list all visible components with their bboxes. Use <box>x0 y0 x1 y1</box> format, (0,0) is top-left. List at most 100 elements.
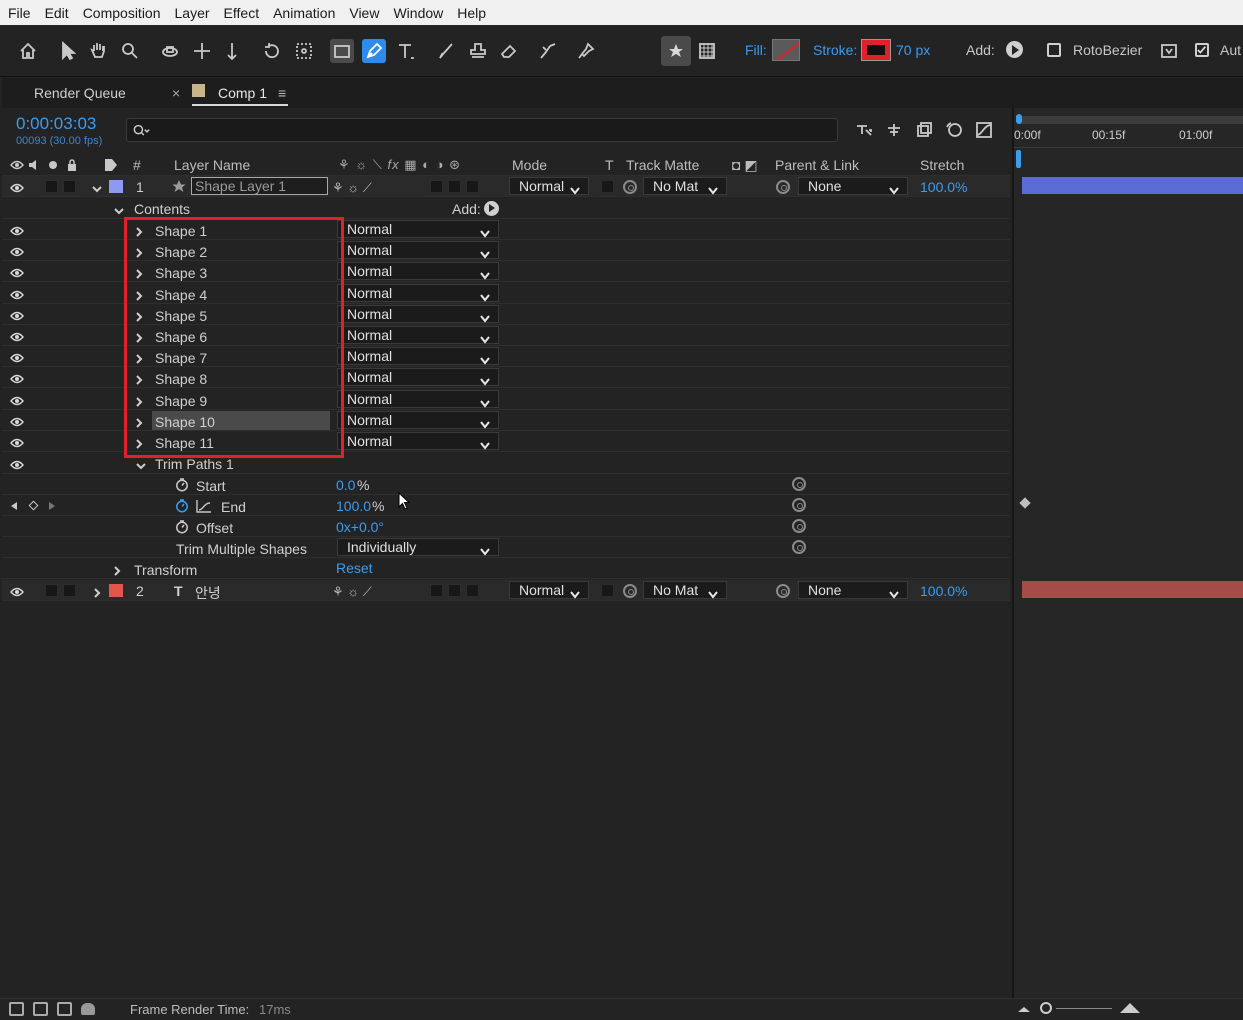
pan-camera-icon[interactable] <box>190 39 214 63</box>
next-keyframe-icon[interactable] <box>49 502 55 510</box>
shape-visibility-icon[interactable] <box>10 309 24 320</box>
layer2-matte-pickwhip-icon[interactable] <box>623 584 637 598</box>
hand-tool-icon[interactable] <box>86 39 110 63</box>
prev-keyframe-icon[interactable] <box>11 502 17 510</box>
shape-name[interactable]: Shape 7 <box>155 350 207 366</box>
start-property-row[interactable] <box>2 474 1010 495</box>
layer2-switch-b[interactable] <box>448 584 461 597</box>
graph-icon[interactable] <box>196 499 212 513</box>
orbit-camera-icon[interactable] <box>158 39 182 63</box>
layer2-expand-chevron-icon[interactable] <box>92 586 102 598</box>
menu-item-composition[interactable]: Composition <box>76 5 168 21</box>
shape-blend-mode-dropdown[interactable]: Normal <box>337 262 499 281</box>
shape-visibility-icon[interactable] <box>10 436 24 448</box>
shape-blend-mode-dropdown[interactable]: Normal <box>337 220 499 238</box>
shape-visibility-icon[interactable] <box>10 351 24 363</box>
layer2-solo-toggle[interactable] <box>45 584 58 597</box>
shape-expand-chevron-icon[interactable] <box>134 437 144 449</box>
pen-tool-icon[interactable] <box>362 39 386 63</box>
graph-editor-icon[interactable] <box>972 118 996 142</box>
layer2-visibility-icon[interactable] <box>10 585 24 597</box>
timeline-graph-area[interactable]: 0:00f 00:15f 01:00f <box>1012 108 1243 998</box>
shape-visibility-icon[interactable] <box>10 372 24 384</box>
shape-row[interactable] <box>2 219 1010 240</box>
layer2-switch-a[interactable] <box>430 584 443 597</box>
type-tool-icon[interactable] <box>394 39 418 63</box>
trim-paths-row[interactable] <box>2 453 1010 474</box>
trim-paths-chevron-icon[interactable] <box>136 459 146 470</box>
zoom-slider-handle[interactable] <box>1040 1002 1052 1014</box>
layer2-name[interactable]: 안녕 <box>195 583 221 603</box>
end-keyframe[interactable] <box>1019 497 1031 509</box>
layer2-parent-dropdown[interactable]: None <box>798 581 908 599</box>
expand-transfer-controls-icon[interactable] <box>57 1002 72 1016</box>
expand-layer-switches-icon[interactable] <box>33 1002 48 1016</box>
zoom-slider-track[interactable] <box>1056 1008 1112 1009</box>
panel-menu-icon[interactable]: ≡ <box>278 85 286 101</box>
menu-item-layer[interactable]: Layer <box>168 5 217 21</box>
layer1-switch-b[interactable] <box>448 180 461 193</box>
shape-expand-chevron-icon[interactable] <box>134 310 144 322</box>
shape-visibility-icon[interactable] <box>10 288 24 299</box>
layer1-duration-bar[interactable] <box>1022 177 1243 194</box>
menu-item-edit[interactable]: Edit <box>38 5 76 21</box>
time-ruler[interactable]: 0:00f 00:15f 01:00f <box>1014 126 1243 148</box>
shape-visibility-icon[interactable] <box>10 224 24 236</box>
menu-item-window[interactable]: Window <box>386 5 450 21</box>
shape-visibility-icon[interactable] <box>10 245 24 257</box>
rectangle-tool-icon[interactable] <box>330 39 354 63</box>
anchor-point-tool-icon[interactable] <box>292 39 316 63</box>
shape-visibility-icon[interactable] <box>10 415 24 426</box>
layer1-mode-dropdown[interactable]: Normal <box>509 177 589 195</box>
stroke-width-value[interactable]: 70 px <box>896 42 930 58</box>
work-area-bar[interactable] <box>1017 116 1243 124</box>
add-menu-icon[interactable] <box>1006 41 1023 58</box>
layer1-preserve-transparency[interactable] <box>601 180 614 193</box>
layer1-track-matte-dropdown[interactable]: No Mat <box>643 177 727 195</box>
shape-name[interactable]: Shape 6 <box>155 329 207 345</box>
shape-name[interactable]: Shape 8 <box>155 371 207 387</box>
layer2-parent-pickwhip-icon[interactable] <box>776 584 790 598</box>
shape-row[interactable] <box>2 261 1010 283</box>
selection-tool-icon[interactable] <box>56 39 80 63</box>
offset-property-row[interactable] <box>2 516 1010 537</box>
render-time-pane-icon[interactable] <box>81 1003 95 1015</box>
layer2-stretch-value[interactable]: 100.0% <box>920 583 967 599</box>
draft-3d-icon[interactable] <box>852 118 876 142</box>
shape-blend-mode-dropdown[interactable]: Normal <box>337 241 499 260</box>
shape-name[interactable]: Shape 2 <box>155 244 207 260</box>
tab-render-queue[interactable]: Render Queue <box>34 85 126 101</box>
shape-blend-mode-dropdown[interactable]: Normal <box>337 432 499 450</box>
layer1-solo-toggle[interactable] <box>45 180 58 193</box>
shape-row[interactable] <box>2 304 1010 325</box>
work-area-start-handle[interactable] <box>1016 114 1022 124</box>
stroke-label[interactable]: Stroke: <box>813 42 857 58</box>
shy-layers-icon[interactable] <box>882 118 906 142</box>
video-header-icon[interactable] <box>10 160 24 170</box>
tool-creates-shape-icon[interactable] <box>661 36 691 66</box>
shape-row[interactable] <box>2 367 1010 389</box>
shape-blend-mode-dropdown[interactable]: Normal <box>337 389 499 408</box>
shape-expand-chevron-icon[interactable] <box>134 246 144 258</box>
layer2-label-color[interactable] <box>109 584 123 597</box>
auto-checkbox[interactable] <box>1195 43 1209 57</box>
shape-expand-chevron-icon[interactable] <box>134 416 144 428</box>
layer2-lock-toggle[interactable] <box>63 584 76 597</box>
end-expression-pickwhip-icon[interactable] <box>792 498 806 512</box>
lock-header-icon[interactable] <box>66 159 78 171</box>
layer2-duration-bar[interactable] <box>1022 581 1243 598</box>
shape-row[interactable] <box>2 240 1010 262</box>
header-layer-name[interactable]: Layer Name <box>174 157 250 173</box>
layer2-preserve-transparency[interactable] <box>601 584 614 597</box>
fill-swatch[interactable] <box>772 39 800 61</box>
menu-item-file[interactable]: File <box>0 5 38 21</box>
tab-comp-1[interactable]: Comp 1 <box>218 85 267 101</box>
shape-blend-mode-dropdown[interactable]: Normal <box>337 326 499 344</box>
shape-visibility-icon[interactable] <box>10 330 24 342</box>
shape-name[interactable]: Shape 5 <box>155 308 207 324</box>
layer1-label-color[interactable] <box>109 180 123 193</box>
shape-blend-mode-dropdown[interactable]: Normal <box>337 304 499 323</box>
contents-add-icon[interactable] <box>484 201 499 216</box>
shape-visibility-icon[interactable] <box>10 266 24 278</box>
rotate-tool-icon[interactable] <box>260 39 284 63</box>
